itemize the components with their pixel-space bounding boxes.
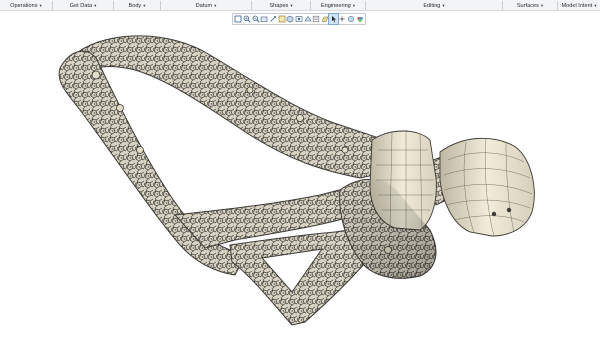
repaint-icon[interactable] <box>260 14 269 24</box>
zoom-out-icon[interactable] <box>251 14 260 24</box>
chevron-down-icon: ▾ <box>290 2 293 8</box>
display-style-icon[interactable] <box>286 14 295 24</box>
perspective-icon[interactable] <box>295 14 304 24</box>
ribbon-group-label: Engineering <box>320 2 351 9</box>
lattice-bracket-model <box>58 35 535 326</box>
ribbon-group-engineering[interactable]: Engineering ▾ <box>311 0 365 11</box>
datum-display-icon[interactable] <box>321 14 330 24</box>
saved-orientations-icon[interactable] <box>269 14 278 24</box>
ribbon-group-label: Model Intent <box>561 2 593 9</box>
chevron-down-icon: ▾ <box>214 2 217 8</box>
ribbon-group-label: Body <box>128 2 142 9</box>
appearance-icon[interactable] <box>355 14 364 24</box>
chevron-down-icon: ▾ <box>594 2 597 8</box>
chevron-down-icon: ▾ <box>39 2 42 8</box>
ribbon-group-surfaces[interactable]: Surfaces ▾ <box>503 0 557 11</box>
ribbon-group-editing[interactable]: Editing ▾ <box>366 0 502 11</box>
ribbon-group-body[interactable]: Body ▾ <box>114 0 160 11</box>
view-manager-icon[interactable] <box>277 14 286 24</box>
render-options-icon[interactable] <box>347 14 356 24</box>
spin-center-icon[interactable] <box>338 14 347 24</box>
annotation-display-icon[interactable] <box>312 14 321 24</box>
chevron-down-icon: ▾ <box>442 2 445 8</box>
ribbon-group-operations[interactable]: Operations ▾ <box>0 0 52 11</box>
chevron-down-icon: ▾ <box>143 2 146 8</box>
ribbon-group-model-intent[interactable]: Model Intent ▾ <box>558 0 600 11</box>
ribbon-group-label: Datum <box>195 2 213 9</box>
zoom-in-icon[interactable] <box>243 14 252 24</box>
chevron-down-icon: ▾ <box>540 2 544 8</box>
ribbon-group-get-data[interactable]: Get Data ▾ <box>53 0 113 11</box>
ribbon-group-label: Get Data <box>69 2 93 9</box>
chevron-down-icon: ▾ <box>352 2 356 8</box>
ribbon-bar: Operations ▾ Get Data ▾ Body ▾ Datum ▾ S… <box>0 0 600 11</box>
chevron-down-icon: ▾ <box>94 2 97 8</box>
ribbon-group-shapes[interactable]: Shapes ▾ <box>252 0 310 11</box>
ribbon-group-label: Surfaces <box>516 2 539 9</box>
view-toolbar <box>232 13 366 25</box>
select-filter-icon[interactable] <box>328 13 340 25</box>
ribbon-group-label: Editing <box>423 2 441 9</box>
graphics-viewport[interactable] <box>0 26 600 333</box>
refit-icon[interactable] <box>234 14 243 24</box>
ribbon-group-datum[interactable]: Datum ▾ <box>161 0 251 11</box>
section-icon[interactable] <box>303 14 312 24</box>
ribbon-group-label: Shapes <box>269 2 289 9</box>
ribbon-group-label: Operations <box>10 2 38 9</box>
